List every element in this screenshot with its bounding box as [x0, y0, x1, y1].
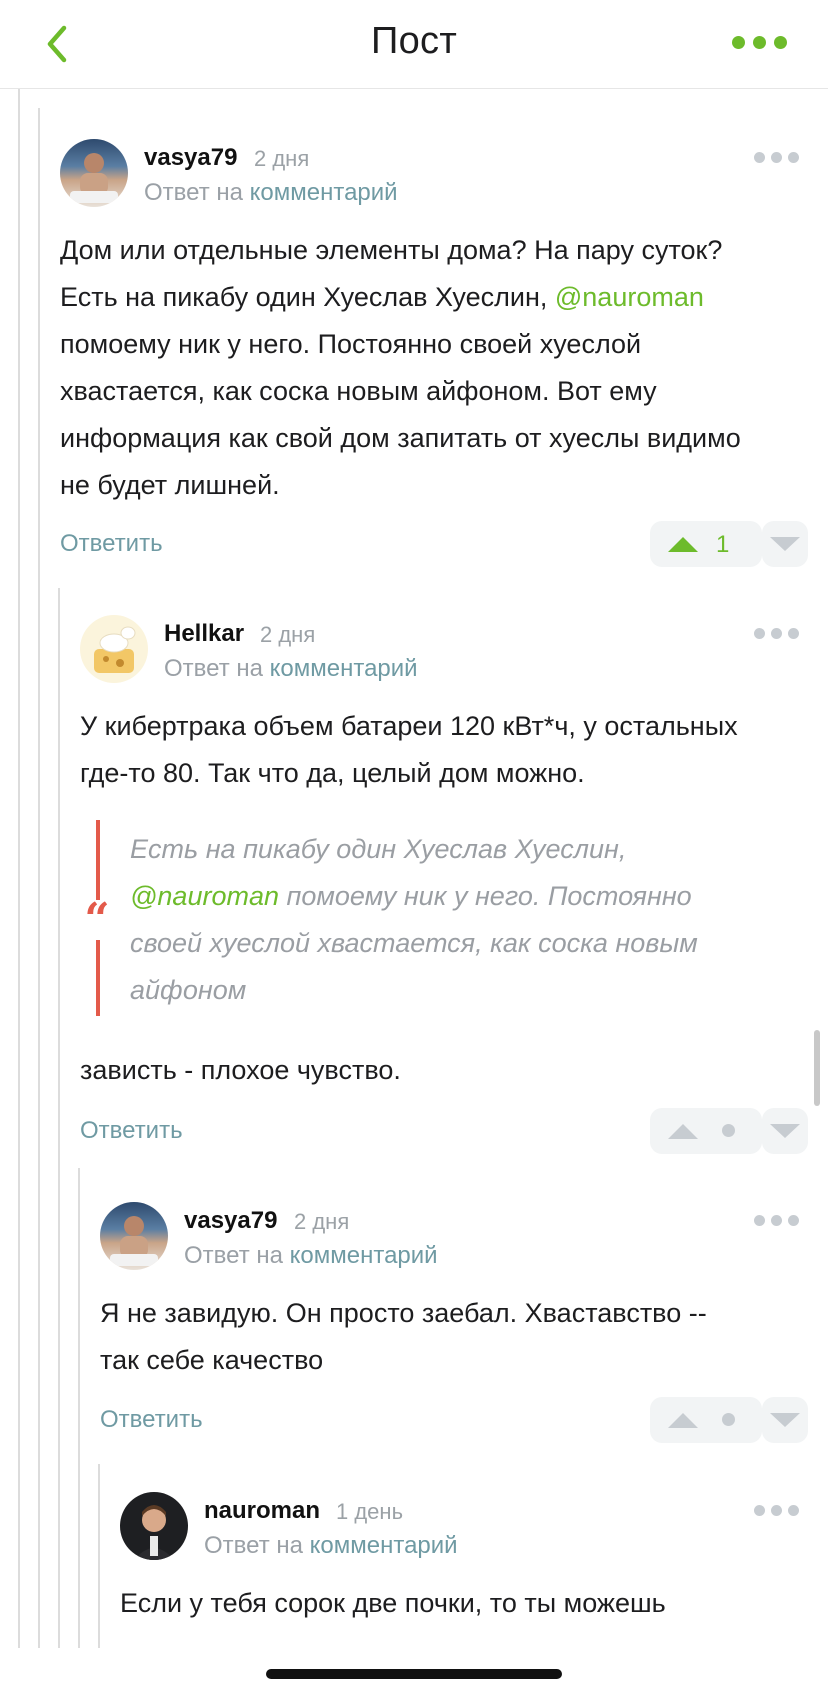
arrow-down-icon	[770, 1413, 800, 1427]
arrow-up-icon	[668, 1413, 698, 1428]
comment-body: Я не завидую. Он просто заебал. Хваставс…	[100, 1290, 810, 1384]
body-line: где-то 80. Так что да, целый дом можно.	[80, 758, 585, 788]
reply-to-link[interactable]: комментарий	[270, 655, 418, 682]
comment-body: Если у тебя сорок две почки, то ты можеш…	[120, 1580, 810, 1627]
thread-line	[18, 88, 20, 1648]
quote-text: Есть на пикабу один Хуеслав Хуеслин, @na…	[130, 826, 790, 1014]
more-options-icon[interactable]	[732, 34, 788, 52]
username[interactable]: Hellkar	[164, 620, 244, 648]
body-line: хвастается, как соска новым айфоном. Вот…	[60, 376, 657, 406]
body-line: Я не завидую. Он просто заебал. Хваставс…	[100, 1298, 707, 1328]
body-line: Есть на пикабу один Хуеслав Хуеслин, @na…	[60, 282, 704, 312]
body-line: Если у тебя сорок две почки, то ты можеш…	[120, 1588, 666, 1618]
reply-to-line: Ответ на комментарий	[164, 655, 418, 683]
reply-button[interactable]: Ответить	[80, 1117, 183, 1145]
comment-date: 2 дня	[294, 1209, 350, 1234]
body-line: так себе качество	[100, 1345, 324, 1375]
body-line: помоему ник у него. Постоянно своей хуес…	[60, 329, 642, 359]
reply-button[interactable]: Ответить	[60, 530, 163, 558]
thread-line	[38, 108, 40, 1648]
quote-mark-icon: “	[82, 898, 112, 942]
comment-body: У кибертрака объем батареи 120 кВт*ч, у …	[80, 703, 810, 797]
user-mention-link[interactable]: @nauroman	[130, 881, 279, 911]
thread-line	[98, 1464, 100, 1648]
body-line: У кибертрака объем батареи 120 кВт*ч, у …	[80, 711, 738, 741]
blockquote: “ Есть на пикабу один Хуеслав Хуеслин, @…	[82, 820, 804, 1020]
top-bar: Пост	[0, 0, 828, 89]
body-line: информация как свой дом запитать от хуес…	[60, 423, 741, 453]
username[interactable]: vasya79	[144, 144, 237, 172]
body-line: Дом или отдельные элементы дома? На пару…	[60, 235, 723, 265]
arrow-up-icon	[668, 537, 698, 552]
arrow-down-icon	[770, 1124, 800, 1138]
reply-button[interactable]: Ответить	[100, 1406, 203, 1434]
page-title: Пост	[370, 20, 458, 62]
reply-to-line: Ответ на комментарий	[144, 179, 398, 207]
reply-to-line: Ответ на комментарий	[204, 1532, 458, 1560]
username[interactable]: vasya79	[184, 1207, 277, 1235]
home-indicator[interactable]	[266, 1669, 562, 1679]
comment-body: Дом или отдельные элементы дома? На пару…	[60, 227, 810, 509]
body-line: не будет лишней.	[60, 470, 280, 500]
downvote-button[interactable]	[762, 521, 808, 567]
reply-to-link[interactable]: комментарий	[290, 1242, 438, 1269]
reply-to-line: Ответ на комментарий	[184, 1242, 438, 1270]
quote-line: Есть на пикабу один Хуеслав Хуеслин,	[130, 834, 627, 864]
reply-to-prefix: Ответ на	[204, 1532, 303, 1559]
avatar[interactable]	[120, 1492, 188, 1560]
comment-date: 1 день	[336, 1499, 404, 1524]
downvote-button[interactable]	[762, 1108, 808, 1154]
upvote-button[interactable]: 1	[650, 521, 762, 567]
rating-zero-dot	[722, 1413, 735, 1426]
username[interactable]: nauroman	[204, 1497, 320, 1525]
comment-body-after-quote: зависть - плохое чувство.	[80, 1055, 401, 1085]
reply-to-prefix: Ответ на	[144, 179, 243, 206]
reply-to-link[interactable]: комментарий	[250, 179, 398, 206]
thread-line	[78, 1168, 80, 1648]
comment-more-icon[interactable]	[754, 1505, 800, 1517]
quote-line: @nauroman помоему ник у него. Постоянно	[130, 881, 692, 911]
comment-date: 2 дня	[254, 146, 310, 171]
scrollbar[interactable]	[814, 1030, 820, 1106]
reply-to-prefix: Ответ на	[164, 655, 263, 682]
avatar[interactable]	[100, 1202, 168, 1270]
user-mention-link[interactable]: @nauroman	[555, 282, 704, 312]
comment-more-icon[interactable]	[754, 628, 800, 640]
thread-line	[58, 588, 60, 1648]
quote-line: своей хуеслой хвастается, как соска новы…	[130, 928, 698, 958]
arrow-up-icon	[668, 1124, 698, 1139]
rating-zero-dot	[722, 1124, 735, 1137]
reply-to-prefix: Ответ на	[184, 1242, 283, 1269]
upvote-button[interactable]	[650, 1108, 762, 1154]
rating-count: 1	[716, 531, 730, 558]
quote-line: айфоном	[130, 975, 247, 1005]
avatar[interactable]	[80, 615, 148, 683]
upvote-button[interactable]	[650, 1397, 762, 1443]
comment-more-icon[interactable]	[754, 1215, 800, 1227]
comment-date: 2 дня	[260, 622, 316, 647]
downvote-button[interactable]	[762, 1397, 808, 1443]
arrow-down-icon	[770, 537, 800, 551]
reply-to-link[interactable]: комментарий	[310, 1532, 458, 1559]
comment-more-icon[interactable]	[754, 152, 800, 164]
avatar[interactable]	[60, 139, 128, 207]
